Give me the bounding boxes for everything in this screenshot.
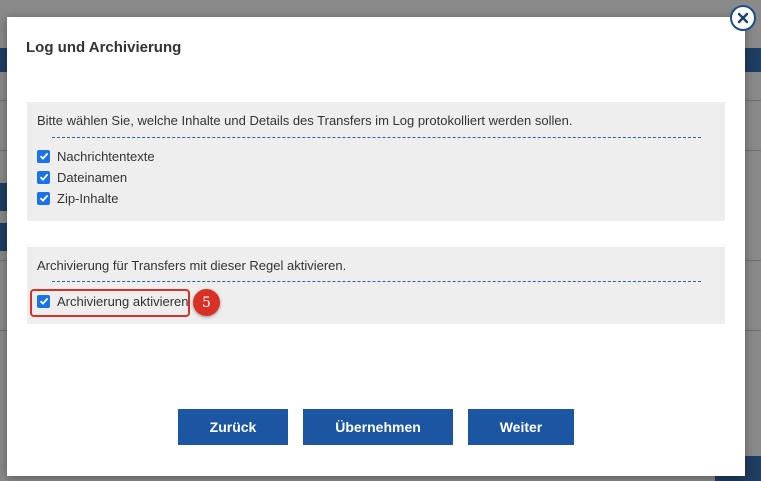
checkbox-label: Archivierung aktivieren — [57, 293, 189, 309]
archive-settings-panel: Archivierung für Transfers mit dieser Re… — [27, 247, 725, 324]
checkbox-row-message-texts[interactable]: Nachrichtentexte — [37, 147, 155, 165]
checkbox-checked-icon[interactable] — [37, 191, 50, 205]
checkbox-row-zip-contents[interactable]: Zip-Inhalte — [37, 189, 118, 207]
section-divider — [52, 281, 701, 282]
next-button[interactable]: Weiter — [468, 409, 574, 445]
log-archive-dialog: Log und Archivierung Bitte wählen Sie, w… — [7, 17, 745, 476]
close-icon[interactable] — [730, 5, 756, 31]
checkbox-label: Dateinamen — [57, 169, 128, 185]
checkbox-row-file-names[interactable]: Dateinamen — [37, 168, 127, 186]
checkbox-label: Nachrichtentexte — [57, 148, 155, 164]
archive-description: Archivierung für Transfers mit dieser Re… — [37, 258, 347, 273]
step-number-badge: 5 — [193, 289, 220, 316]
checkbox-checked-icon[interactable] — [37, 170, 50, 184]
checkbox-label: Zip-Inhalte — [57, 190, 119, 206]
checkbox-checked-icon[interactable] — [37, 149, 50, 163]
log-settings-panel: Bitte wählen Sie, welche Inhalte und Det… — [27, 102, 725, 221]
dialog-title: Log und Archivierung — [26, 39, 182, 56]
section-divider — [52, 137, 701, 138]
checkbox-row-enable-archiving[interactable]: Archivierung aktivieren — [37, 292, 189, 310]
log-description: Bitte wählen Sie, welche Inhalte und Det… — [37, 113, 573, 128]
checkbox-checked-icon[interactable] — [37, 294, 50, 308]
apply-button[interactable]: Übernehmen — [303, 409, 453, 445]
back-button[interactable]: Zurück — [178, 409, 288, 445]
